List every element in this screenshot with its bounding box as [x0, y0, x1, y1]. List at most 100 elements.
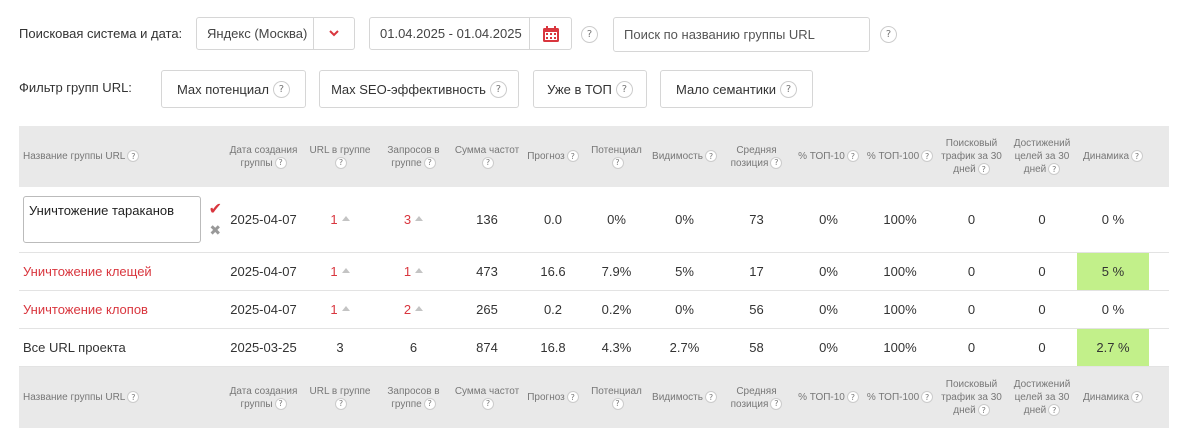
cell-forecast: 16.8	[522, 329, 584, 366]
column-header-6[interactable]: Потенциал?	[584, 126, 649, 187]
column-header-label: позиция	[730, 398, 769, 410]
column-header-7-footer[interactable]: Видимость?	[649, 367, 720, 428]
help-icon[interactable]: ?	[566, 150, 579, 163]
chevron-down-icon[interactable]	[313, 18, 354, 49]
sort-triangle-icon[interactable]	[415, 268, 424, 273]
help-icon[interactable]: ?	[127, 150, 140, 163]
group-name-link[interactable]: Уничтожение клопов	[23, 302, 148, 317]
column-header-8[interactable]: Средняя позиция?	[720, 126, 793, 187]
help-icon[interactable]: ?	[704, 391, 717, 404]
help-icon[interactable]: ?	[566, 391, 579, 404]
help-icon[interactable]: ?	[423, 156, 436, 169]
count-link[interactable]: 1	[330, 212, 337, 227]
sort-triangle-icon[interactable]	[415, 216, 424, 221]
count-link[interactable]: 3	[404, 212, 411, 227]
filter-max-seo-button[interactable]: Max SEO-эффективность ?	[319, 70, 519, 108]
count-link[interactable]: 2	[404, 302, 411, 317]
cross-icon[interactable]: ✖	[209, 223, 221, 237]
cell-value: 0 %	[1101, 212, 1125, 227]
sort-triangle-icon[interactable]	[415, 306, 424, 311]
sort-triangle-icon[interactable]	[341, 216, 350, 221]
help-icon[interactable]: ?	[921, 391, 934, 404]
cell-value: 3	[336, 340, 344, 355]
help-icon[interactable]: ?	[615, 80, 633, 98]
column-header-12-footer[interactable]: Достижений целей за 30 дней?	[1007, 367, 1077, 428]
filter-in-top-button[interactable]: Уже в ТОП ?	[533, 70, 647, 108]
help-icon[interactable]: ?	[1048, 404, 1061, 417]
count-link[interactable]: 1	[330, 264, 337, 279]
help-icon[interactable]: ?	[1131, 150, 1144, 163]
help-icon[interactable]: ?	[770, 397, 783, 410]
help-icon[interactable]: ?	[780, 80, 798, 98]
help-icon[interactable]: ?	[846, 150, 859, 163]
help-icon[interactable]: ?	[274, 397, 287, 410]
column-header-3-footer[interactable]: Запросов в группе?	[375, 367, 452, 428]
count-link[interactable]: 1	[404, 264, 411, 279]
help-icon[interactable]: ?	[581, 26, 598, 43]
help-icon[interactable]: ?	[423, 397, 436, 410]
help-icon[interactable]: ?	[127, 391, 140, 404]
cell-value: 0	[967, 264, 976, 279]
filter-max-potential-button[interactable]: Max потенциал ?	[161, 70, 306, 108]
help-icon[interactable]: ?	[482, 156, 494, 169]
help-icon[interactable]: ?	[977, 404, 990, 417]
column-header-3[interactable]: Запросов в группе?	[375, 126, 452, 187]
help-icon[interactable]: ?	[977, 163, 990, 176]
group-name-link[interactable]: Уничтожение клещей	[23, 264, 152, 279]
column-header-8-footer[interactable]: Средняя позиция?	[720, 367, 793, 428]
column-header-9[interactable]: % ТОП-10?	[793, 126, 864, 187]
help-icon[interactable]: ?	[770, 156, 783, 169]
column-header-2-footer[interactable]: URL в группе?	[305, 367, 375, 428]
column-header-11-footer[interactable]: Поисковый трафик за 30 дней?	[936, 367, 1007, 428]
filter-low-semantics-button[interactable]: Мало семантики ?	[660, 70, 813, 108]
column-header-6-footer[interactable]: Потенциал?	[584, 367, 649, 428]
column-header-9-footer[interactable]: % ТОП-10?	[793, 367, 864, 428]
column-header-13-footer[interactable]: Динамика?	[1077, 367, 1149, 428]
help-icon[interactable]: ?	[482, 397, 494, 410]
column-header-label: Средняя	[736, 144, 777, 156]
help-icon[interactable]: ?	[272, 80, 290, 98]
check-icon[interactable]: ✔	[209, 201, 222, 217]
column-header-5[interactable]: Прогноз?	[522, 126, 584, 187]
help-icon[interactable]: ?	[880, 26, 897, 43]
column-header-2[interactable]: URL в группе?	[305, 126, 375, 187]
column-header-4-footer[interactable]: Сумма частот?	[452, 367, 522, 428]
help-icon[interactable]: ?	[1131, 391, 1144, 404]
group-name-edit-field[interactable]	[23, 196, 201, 243]
column-header-13[interactable]: Динамика?	[1077, 126, 1149, 187]
column-header-text: % ТОП-10?	[798, 150, 859, 163]
column-header-1[interactable]: Дата создания группы?	[222, 126, 305, 187]
cell-queries: 2	[375, 291, 452, 328]
help-icon[interactable]: ?	[611, 156, 624, 169]
column-header-0[interactable]: Название группы URL?	[19, 126, 222, 187]
help-icon[interactable]: ?	[846, 391, 859, 404]
column-header-12[interactable]: Достижений целей за 30 дней?	[1007, 126, 1077, 187]
cell-value: 2.7 %	[1096, 340, 1130, 355]
sort-triangle-icon[interactable]	[341, 268, 350, 273]
column-header-text: Прогноз?	[527, 391, 579, 404]
help-icon[interactable]: ?	[921, 150, 934, 163]
search-engine-select[interactable]: Яндекс (Москва)	[196, 17, 355, 50]
column-header-7[interactable]: Видимость?	[649, 126, 720, 187]
column-header-4[interactable]: Сумма частот?	[452, 126, 522, 187]
help-icon[interactable]: ?	[335, 397, 347, 410]
column-header-10-footer[interactable]: % ТОП-100?	[864, 367, 936, 428]
help-icon[interactable]: ?	[489, 80, 507, 98]
help-icon[interactable]: ?	[1048, 163, 1061, 176]
column-header-10[interactable]: % ТОП-100?	[864, 126, 936, 187]
column-header-1-footer[interactable]: Дата создания группы?	[222, 367, 305, 428]
column-header-5-footer[interactable]: Прогноз?	[522, 367, 584, 428]
count-link[interactable]: 1	[330, 302, 337, 317]
help-icon[interactable]: ?	[704, 150, 717, 163]
column-header-11[interactable]: Поисковый трафик за 30 дней?	[936, 126, 1007, 187]
help-icon[interactable]: ?	[274, 156, 287, 169]
sort-triangle-icon[interactable]	[341, 306, 350, 311]
column-header-label: Поисковый	[945, 138, 998, 149]
date-range-input[interactable]: 01.04.2025 - 01.04.2025	[369, 17, 572, 50]
cell-value: 4.3%	[601, 340, 632, 355]
column-header-0-footer[interactable]: Название группы URL?	[19, 367, 222, 428]
search-input[interactable]	[613, 17, 870, 52]
calendar-icon[interactable]	[529, 18, 571, 49]
help-icon[interactable]: ?	[335, 156, 347, 169]
help-icon[interactable]: ?	[611, 397, 624, 410]
